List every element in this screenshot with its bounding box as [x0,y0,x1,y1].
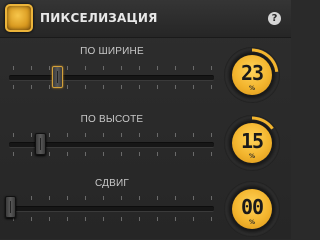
slider-tick [103,152,104,156]
height-dial[interactable]: 15 % [224,115,280,171]
slider-tick [211,196,212,200]
height-value: 15 [240,129,264,153]
slider-tick [31,133,32,137]
slider-tick [121,133,122,137]
slider-tick [211,66,212,70]
slider-tick [85,85,86,89]
slider-tick [193,196,194,200]
slider-tick [157,152,158,156]
slider-tick [193,85,194,89]
slider-tick [31,66,32,70]
slider-tick [103,85,104,89]
slider-tick [13,66,14,70]
slider-tick [103,66,104,70]
slider-tick [103,217,104,221]
slider-tick [139,196,140,200]
slider-tick [13,152,14,156]
slider-tick [49,217,50,221]
width-dial[interactable]: 23 % [224,47,280,103]
width-ticks [9,66,214,70]
shift-ticks [9,196,214,200]
slider-tick [121,217,122,221]
slider-tick [13,85,14,89]
slider-tick [193,152,194,156]
slider-tick [85,152,86,156]
slider-tick [193,217,194,221]
slider-tick [85,133,86,137]
slider-tick [13,133,14,137]
help-icon[interactable]: ? [268,12,281,25]
slider-tick [211,217,212,221]
slider-tick [157,217,158,221]
slider-tick [67,196,68,200]
slider-tick [49,66,50,70]
slider-tick [121,85,122,89]
slider-tick [67,85,68,89]
slider-tick [139,217,140,221]
slider-tick [103,196,104,200]
shift-slider-handle[interactable] [5,196,16,218]
slider-tick [175,152,176,156]
slider-tick [175,217,176,221]
slider-tick [31,152,32,156]
slider-tick [175,85,176,89]
slider-tick [121,152,122,156]
shift-dial-face: 00 % [232,189,272,229]
slider-tick [31,196,32,200]
shift-unit: % [248,219,255,226]
width-dial-face: 23 % [232,55,272,95]
slider-tick [139,66,140,70]
width-value: 23 [240,61,264,85]
shift-label: СДВИГ [94,178,130,189]
width-ticks-bottom [9,85,214,89]
slider-tick [157,133,158,137]
slider-tick [67,152,68,156]
height-dial-face: 15 % [232,123,272,163]
height-unit: % [248,153,255,160]
slider-tick [49,196,50,200]
slider-tick [67,133,68,137]
slider-tick [67,217,68,221]
panel-header: ПИКСЕЛИЗАЦИЯ ? [0,0,291,38]
slider-tick [85,66,86,70]
slider-tick [49,152,50,156]
shift-slider-track[interactable] [9,206,214,212]
slider-tick [193,133,194,137]
width-label: ПО ШИРИНЕ [80,46,144,57]
slider-tick [175,196,176,200]
slider-tick [157,196,158,200]
slider-tick [193,66,194,70]
slider-tick [175,66,176,70]
slider-tick [211,152,212,156]
slider-tick [67,66,68,70]
height-label: ПО ВЫСОТЕ [80,114,144,125]
slider-tick [49,133,50,137]
slider-tick [121,196,122,200]
slider-tick [103,133,104,137]
shift-dial[interactable]: 00 % [224,181,280,237]
panel-title: ПИКСЕЛИЗАЦИЯ [40,11,158,25]
slider-tick [175,133,176,137]
slider-tick [139,152,140,156]
slider-tick [49,85,50,89]
enable-toggle-icon[interactable] [5,4,33,32]
slider-tick [31,217,32,221]
slider-tick [211,85,212,89]
slider-tick [121,66,122,70]
shift-value: 00 [240,195,264,219]
width-slider-handle[interactable] [52,66,63,88]
height-slider-handle[interactable] [35,133,46,155]
slider-tick [139,85,140,89]
width-slider-track[interactable] [9,75,214,81]
slider-tick [157,85,158,89]
slider-tick [85,196,86,200]
slider-tick [139,133,140,137]
shift-ticks-bottom [9,217,214,221]
slider-tick [157,66,158,70]
slider-tick [211,133,212,137]
slider-tick [31,85,32,89]
pixelization-panel: ПИКСЕЛИЗАЦИЯ ? ПО ШИРИНЕ 23 % ПО ВЫСОТЕ … [0,0,291,239]
width-unit: % [248,85,255,92]
slider-tick [85,217,86,221]
